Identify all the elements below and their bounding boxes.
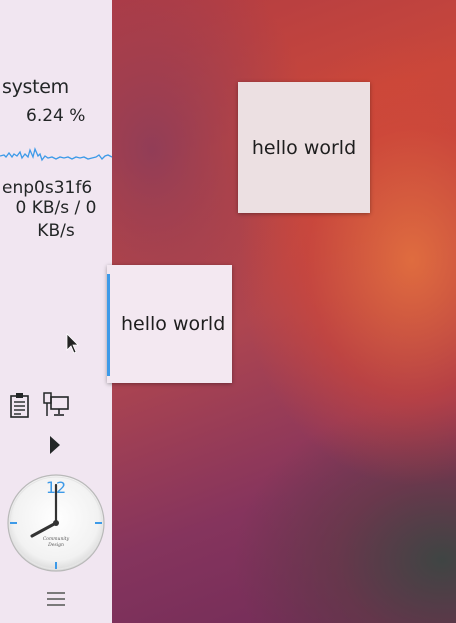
clipboard-icon[interactable] bbox=[6, 391, 34, 419]
window-text: hello world bbox=[251, 136, 357, 159]
network-icon[interactable] bbox=[42, 391, 70, 419]
left-panel: system 6.24 % enp0s31f6 0 KB/s / 0 KB/s bbox=[0, 0, 112, 623]
window-text: hello world bbox=[121, 313, 226, 335]
system-monitor-title: system bbox=[2, 76, 69, 98]
network-interface-name: enp0s31f6 bbox=[2, 178, 93, 198]
expand-tray-arrow-icon[interactable] bbox=[48, 435, 62, 455]
panel-menu-icon[interactable] bbox=[44, 589, 68, 609]
clock-brand-line-1: Community bbox=[43, 536, 70, 542]
clock-brand-line-2: Design bbox=[47, 542, 64, 548]
cpu-sparkline bbox=[0, 146, 112, 162]
hello-world-window[interactable]: hello world bbox=[238, 82, 370, 213]
network-rate: 0 KB/s / 0 KB/s bbox=[15, 198, 97, 241]
cpu-usage-value: 6.24 % bbox=[26, 106, 86, 126]
mouse-cursor-icon bbox=[66, 333, 79, 354]
hello-world-window-focused[interactable]: hello world bbox=[107, 265, 232, 383]
analog-clock[interactable]: 12 Community Design bbox=[6, 473, 106, 573]
system-tray bbox=[6, 391, 106, 419]
focus-indicator bbox=[107, 274, 110, 376]
